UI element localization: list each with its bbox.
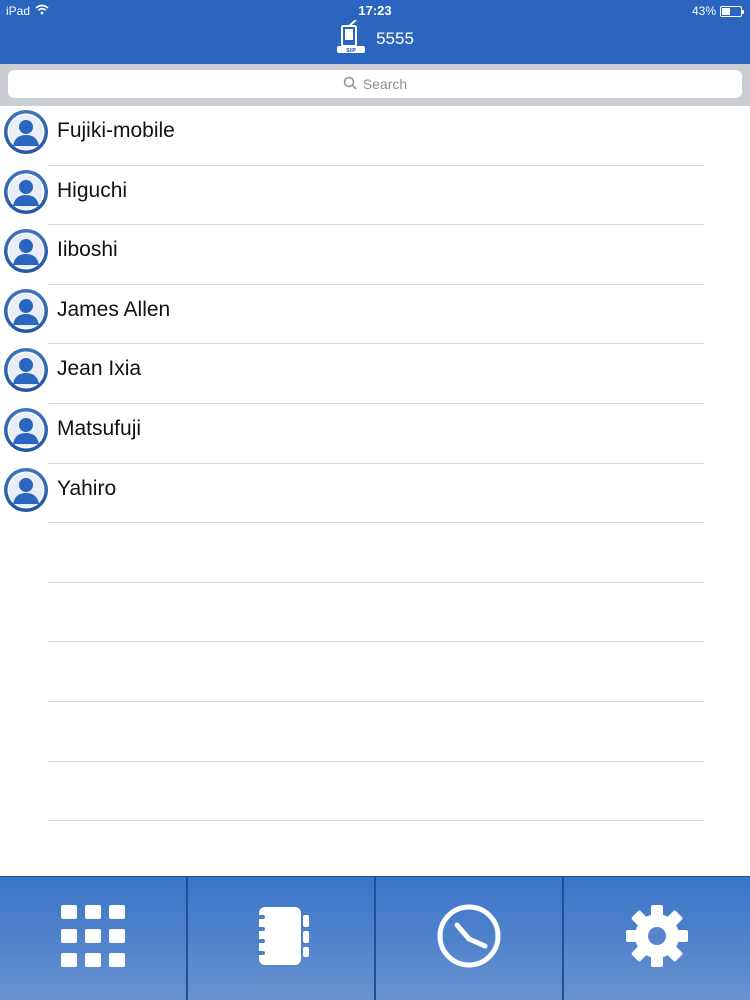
empty-row (0, 702, 750, 762)
battery-percent: 43% (691, 4, 716, 18)
contact-name: Fujiki-mobile (57, 119, 175, 142)
avatar-icon (3, 169, 49, 215)
contact-row[interactable]: Yahiro (0, 464, 750, 524)
clock-icon (436, 903, 502, 974)
contacts-book-icon (249, 905, 313, 972)
battery-icon (720, 5, 744, 17)
contact-name: James Allen (57, 297, 171, 321)
contact-name: Yahiro (57, 476, 117, 500)
search-bar: Search (0, 64, 750, 106)
tab-settings[interactable] (564, 877, 750, 1000)
search-input[interactable]: Search (8, 70, 742, 98)
empty-row (0, 642, 750, 702)
contact-row[interactable]: Fujiki-mobile (0, 106, 750, 166)
search-icon (343, 76, 357, 93)
page-title: 5555 (376, 29, 414, 48)
contact-row[interactable]: Matsufuji (0, 404, 750, 464)
avatar-icon (3, 407, 49, 453)
tab-contacts[interactable] (188, 877, 376, 1000)
empty-row (0, 583, 750, 643)
dialpad-icon (61, 905, 125, 972)
avatar-icon (3, 228, 49, 274)
contact-row[interactable]: James Allen (0, 285, 750, 345)
contact-name: Jean Ixia (57, 357, 142, 381)
clock-time: 17:23 (358, 3, 392, 18)
contact-row[interactable]: Higuchi (0, 166, 750, 226)
contact-name: Iiboshi (57, 238, 118, 262)
sip-phone-icon: SIP (336, 18, 366, 59)
status-bar: iPad 17:23 43% (0, 0, 750, 22)
contact-name: Higuchi (57, 178, 128, 202)
svg-text:SIP: SIP (346, 48, 356, 54)
avatar-icon (3, 288, 49, 334)
gear-icon (624, 903, 690, 974)
search-placeholder: Search (362, 76, 408, 92)
tab-dialpad[interactable] (0, 877, 188, 1000)
top-bar: iPad 17:23 43% SIP 5555 (0, 0, 750, 64)
empty-row (0, 762, 750, 822)
empty-row (0, 523, 750, 583)
avatar-icon (3, 109, 49, 155)
header-title-row: SIP 5555 (0, 18, 750, 59)
contact-row[interactable]: Iiboshi (0, 225, 750, 285)
contact-name: Matsufuji (57, 416, 142, 440)
avatar-icon (3, 467, 49, 513)
tab-bar (0, 876, 750, 1000)
contact-list: Fujiki-mobile Higuchi Iiboshi James Alle… (0, 106, 750, 881)
avatar-icon (3, 347, 49, 393)
contact-row[interactable]: Jean Ixia (0, 344, 750, 404)
empty-row (0, 821, 750, 881)
tab-history[interactable] (376, 877, 564, 1000)
